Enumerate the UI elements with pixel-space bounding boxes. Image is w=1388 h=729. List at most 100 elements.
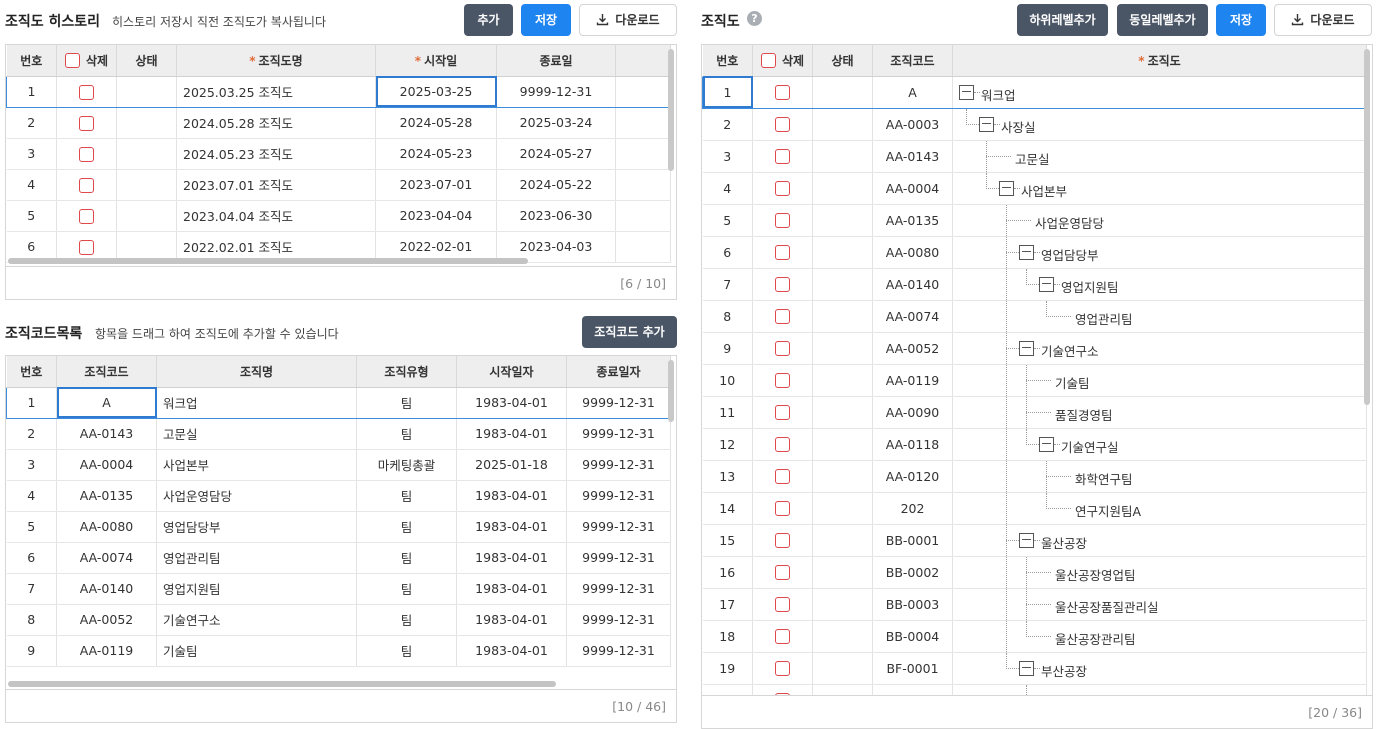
code-cell[interactable]: BF-0001 — [872, 652, 953, 685]
tree-node-label[interactable]: 기술팀 — [1055, 373, 1090, 392]
orgchart-vscroll[interactable] — [1364, 49, 1370, 405]
orgchart-row[interactable]: 19 BF-0001 부산공장 — [702, 652, 1367, 685]
end-date-cell[interactable]: 9999-12-31 — [566, 635, 671, 667]
org-name-cell[interactable]: 기술팀 — [156, 635, 357, 667]
code-cell[interactable]: 202 — [872, 492, 953, 525]
orgchart-row[interactable]: 6 AA-0080 영업담당부 — [702, 236, 1367, 269]
delete-cell[interactable] — [752, 140, 813, 173]
end-date-cell[interactable]: 9999-12-31 — [566, 386, 671, 419]
orgchart-row[interactable]: 17 BB-0003 울산공장품질관리실 — [702, 588, 1367, 621]
orgchart-row[interactable]: 20 BF-0002부산공장영업팀 — [702, 684, 1367, 695]
delete-checkbox[interactable] — [775, 565, 790, 580]
start-date-cell[interactable]: 2024-05-23 — [375, 138, 497, 170]
delete-checkbox[interactable] — [775, 213, 790, 228]
code-cell[interactable]: AA-0119 — [872, 364, 953, 397]
code-cell[interactable]: AA-0118 — [872, 428, 953, 461]
code-cell[interactable]: AA-0004 — [872, 172, 953, 205]
history-row[interactable]: 5 2023.04.04 조직도 2023-04-04 2023-06-30 — [6, 200, 671, 232]
delete-cell[interactable] — [752, 556, 813, 589]
org-type-cell[interactable]: 팀 — [356, 635, 457, 667]
delete-cell[interactable] — [752, 620, 813, 653]
orgchart-row[interactable]: 5 AA-0135 사업운영담당 — [702, 204, 1367, 237]
start-date-cell[interactable]: 1983-04-01 — [456, 542, 567, 574]
tree-node[interactable]: 워크업 — [953, 77, 1366, 107]
delete-checkbox[interactable] — [775, 117, 790, 132]
help-icon[interactable]: ? — [747, 11, 762, 26]
end-date-cell[interactable]: 9999-12-31 — [566, 604, 671, 636]
start-date-cell[interactable]: 1983-04-01 — [456, 480, 567, 512]
codelist-row[interactable]: 7 AA-0140 영업지원팀 팀 1983-04-01 9999-12-31 — [6, 573, 671, 605]
delete-cell[interactable] — [752, 300, 813, 333]
tree-node[interactable]: 울산공장관리팀 — [953, 620, 1366, 651]
code-cell[interactable]: BB-0004 — [872, 620, 953, 653]
tree-node[interactable]: 사업운영담당 — [953, 204, 1366, 235]
history-row[interactable]: 2 2024.05.28 조직도 2024-05-28 2025-03-24 — [6, 107, 671, 139]
orgchart-row[interactable]: 2 AA-0003 사장실 — [702, 108, 1367, 141]
orgchart-row[interactable]: 9 AA-0052 기술연구소 — [702, 332, 1367, 365]
tree-node-label[interactable]: 울산공장영업팀 — [1055, 565, 1136, 584]
tree-node-label[interactable]: 사업운영담당 — [1035, 213, 1104, 232]
code-cell[interactable]: BB-0001 — [872, 524, 953, 557]
tree-node-label[interactable]: 영업담당부 — [1041, 245, 1099, 264]
codelist-row[interactable]: 5 AA-0080 영업담당부 팀 1983-04-01 9999-12-31 — [6, 511, 671, 543]
collapse-icon[interactable] — [999, 180, 1014, 196]
end-date-cell[interactable]: 9999-12-31 — [566, 418, 671, 450]
tree-cell[interactable]: 부산공장 — [952, 652, 1367, 685]
tree-node-label[interactable]: 사업본부 — [1021, 181, 1067, 200]
delete-cell[interactable] — [56, 75, 117, 108]
tree-node[interactable]: 울산공장영업팀 — [953, 556, 1366, 587]
code-cell[interactable]: AA-0052 — [56, 604, 157, 636]
tree-node-label[interactable]: 고문실 — [1015, 149, 1050, 168]
org-name-cell[interactable]: 기술연구소 — [156, 604, 357, 636]
orgchart-download-button[interactable]: 다운로드 — [1274, 4, 1372, 36]
end-date-cell[interactable]: 9999-12-31 — [496, 75, 616, 108]
tree-node-label[interactable]: 부산공장 — [1041, 661, 1087, 680]
code-cell[interactable]: AA-0140 — [56, 573, 157, 605]
tree-node[interactable]: 고문실 — [953, 140, 1366, 171]
col-delete[interactable]: 삭제 — [56, 45, 117, 77]
tree-node[interactable]: 사장실 — [953, 108, 1366, 140]
add-same-level-button[interactable]: 동일레벨추가 — [1117, 4, 1208, 36]
delete-cell[interactable] — [752, 268, 813, 301]
tree-cell[interactable]: 울산공장관리팀 — [952, 620, 1367, 653]
tree-cell[interactable]: 고문실 — [952, 140, 1367, 173]
code-cell[interactable]: BF-0002 — [872, 684, 953, 695]
code-cell[interactable]: AA-0074 — [56, 542, 157, 574]
orgchart-name-cell[interactable]: 2023.07.01 조직도 — [176, 169, 376, 201]
orgchart-row[interactable]: 13 AA-0120 화학연구팀 — [702, 460, 1367, 493]
orgchart-row[interactable]: 18 BB-0004 울산공장관리팀 — [702, 620, 1367, 653]
code-cell[interactable]: AA-0003 — [872, 108, 953, 141]
col-delete[interactable]: 삭제 — [752, 45, 813, 77]
tree-node[interactable]: 화학연구팀 — [953, 460, 1366, 491]
delete-cell[interactable] — [752, 396, 813, 429]
codelist-row[interactable]: 1 A 워크업 팀 1983-04-01 9999-12-31 — [6, 386, 671, 419]
delete-checkbox[interactable] — [775, 149, 790, 164]
tree-cell[interactable]: 울산공장품질관리실 — [952, 588, 1367, 621]
delete-checkbox[interactable] — [79, 208, 94, 224]
org-type-cell[interactable]: 팀 — [356, 573, 457, 605]
org-type-cell[interactable]: 팀 — [356, 542, 457, 574]
codelist-row[interactable]: 6 AA-0074 영업관리팀 팀 1983-04-01 9999-12-31 — [6, 542, 671, 574]
collapse-icon[interactable] — [1039, 276, 1054, 292]
org-type-cell[interactable]: 팀 — [356, 480, 457, 512]
code-cell[interactable]: AA-0074 — [872, 300, 953, 333]
org-type-cell[interactable]: 마케팅총괄 — [356, 449, 457, 481]
code-cell[interactable]: AA-0080 — [56, 511, 157, 543]
delete-checkbox[interactable] — [775, 533, 790, 548]
delete-checkbox[interactable] — [775, 437, 790, 452]
org-type-cell[interactable]: 팀 — [356, 604, 457, 636]
delete-checkbox[interactable] — [79, 177, 94, 193]
code-cell[interactable]: BB-0002 — [872, 556, 953, 589]
history-row[interactable]: 1 2025.03.25 조직도 2025-03-25 9999-12-31 — [6, 75, 671, 108]
tree-cell[interactable]: 기술팀 — [952, 364, 1367, 397]
tree-cell[interactable]: 영업관리팀 — [952, 300, 1367, 333]
delete-checkbox[interactable] — [775, 597, 790, 612]
tree-cell[interactable]: 기술연구실 — [952, 428, 1367, 461]
delete-checkbox[interactable] — [775, 661, 790, 676]
history-add-button[interactable]: 추가 — [464, 4, 513, 36]
end-date-cell[interactable]: 2024-05-27 — [496, 138, 616, 170]
codelist-row[interactable]: 2 AA-0143 고문실 팀 1983-04-01 9999-12-31 — [6, 418, 671, 450]
codelist-vscroll[interactable] — [668, 360, 674, 422]
collapse-icon[interactable] — [1039, 436, 1054, 452]
org-name-cell[interactable]: 영업관리팀 — [156, 542, 357, 574]
